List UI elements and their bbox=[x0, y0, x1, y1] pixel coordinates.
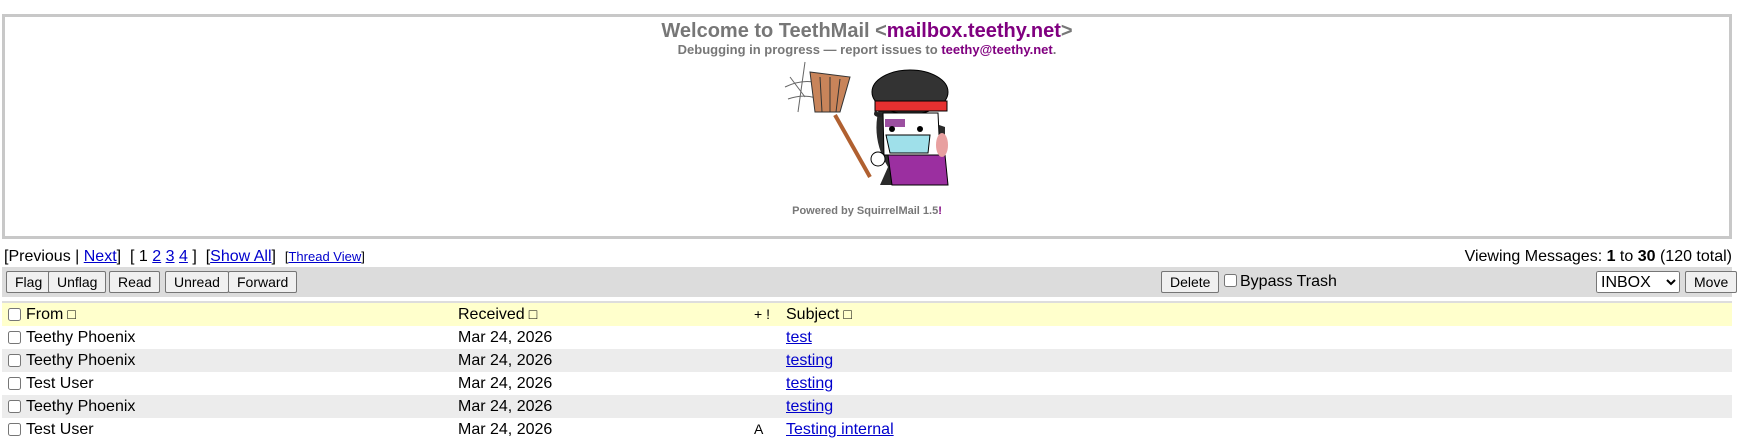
thread-view-link[interactable]: Thread View bbox=[288, 249, 361, 264]
viewing-to: to bbox=[1615, 248, 1638, 265]
column-from[interactable]: From □ bbox=[26, 303, 76, 326]
current-page: 1 bbox=[138, 248, 148, 265]
mascot-image bbox=[784, 61, 949, 186]
subtitle-prefix: Debugging in progress — report issues to bbox=[677, 42, 942, 57]
delete-button[interactable]: Delete bbox=[1161, 271, 1220, 293]
table-row[interactable]: Teethy Phoenix Mar 24, 2026 testing bbox=[2, 395, 1732, 418]
flag-button[interactable]: Flag bbox=[6, 271, 52, 293]
message-toolbar: Flag Unflag Read Unread Forward Delete B… bbox=[2, 267, 1738, 297]
table-row[interactable]: Test User Mar 24, 2026 A Testing internal bbox=[2, 418, 1732, 441]
table-header: From □ Received □ + ! Subject □ bbox=[2, 301, 1732, 326]
row-checkbox[interactable] bbox=[8, 423, 21, 436]
message-subject-link[interactable]: testing bbox=[786, 375, 833, 392]
message-received: Mar 24, 2026 bbox=[458, 329, 553, 346]
bypass-trash-label: Bypass Trash bbox=[1240, 273, 1337, 290]
column-received-label: Received bbox=[458, 306, 525, 323]
unread-button[interactable]: Unread bbox=[165, 271, 229, 293]
show-all-link[interactable]: Show All bbox=[210, 248, 271, 265]
message-flags: A bbox=[754, 421, 764, 437]
powered-suffix: ! bbox=[938, 205, 942, 217]
broom-icon bbox=[784, 61, 872, 178]
pagination: [Previous | Next] [ 1 2 3 4 ] [Show All]… bbox=[4, 248, 365, 266]
viewing-total: (120 total) bbox=[1655, 248, 1732, 265]
message-received: Mar 24, 2026 bbox=[458, 375, 553, 392]
message-from: Teethy Phoenix bbox=[26, 398, 136, 415]
title-domain: mailbox.teethy.net bbox=[886, 20, 1061, 42]
message-from: Teethy Phoenix bbox=[26, 352, 136, 369]
viewing-end: 30 bbox=[1637, 248, 1656, 265]
character-icon bbox=[870, 69, 949, 186]
read-button[interactable]: Read bbox=[109, 271, 161, 293]
table-row[interactable]: Test User Mar 24, 2026 testing bbox=[2, 372, 1732, 395]
message-list: From □ Received □ + ! Subject □ Teethy Phoe… bbox=[2, 301, 1732, 441]
message-received: Mar 24, 2026 bbox=[458, 421, 553, 438]
column-received[interactable]: Received □ bbox=[458, 303, 537, 326]
title-prefix: Welcome to TeethMail < bbox=[661, 20, 887, 42]
sort-icon[interactable]: □ bbox=[529, 306, 537, 322]
message-from: Test User bbox=[26, 421, 94, 438]
bypass-trash-option[interactable]: Bypass Trash bbox=[1224, 273, 1337, 291]
banner: Welcome to TeethMail <mailbox.teethy.net… bbox=[2, 14, 1732, 239]
page-link-4[interactable]: 4 bbox=[179, 248, 188, 265]
column-subject[interactable]: Subject □ bbox=[786, 303, 852, 326]
unflag-button[interactable]: Unflag bbox=[48, 271, 107, 293]
powered-by: Powered by SquirrelMail 1.5! bbox=[5, 205, 1729, 217]
page-link-3[interactable]: 3 bbox=[166, 248, 175, 265]
column-flags: + ! bbox=[754, 306, 770, 322]
bracket: ] bbox=[271, 248, 276, 265]
powered-prefix: Powered by SquirrelMail 1.5 bbox=[792, 205, 939, 217]
select-all-checkbox[interactable] bbox=[8, 308, 21, 321]
folder-select[interactable]: INBOX bbox=[1596, 271, 1680, 293]
title-suffix: > bbox=[1060, 20, 1073, 42]
bracket: ] bbox=[116, 248, 122, 265]
sort-icon[interactable]: □ bbox=[67, 306, 75, 322]
message-received: Mar 24, 2026 bbox=[458, 398, 553, 415]
bracket: ] bbox=[192, 248, 197, 265]
message-from: Test User bbox=[26, 375, 94, 392]
row-checkbox[interactable] bbox=[8, 331, 21, 344]
column-subject-label: Subject bbox=[786, 306, 840, 323]
message-count: Viewing Messages: 1 to 30 (120 total) bbox=[1465, 248, 1732, 266]
page-title: Welcome to TeethMail <mailbox.teethy.net… bbox=[5, 20, 1729, 43]
message-subject-link[interactable]: testing bbox=[786, 398, 833, 415]
page-link-2[interactable]: 2 bbox=[152, 248, 161, 265]
page-subtitle: Debugging in progress — report issues to… bbox=[5, 42, 1729, 57]
message-received: Mar 24, 2026 bbox=[458, 352, 553, 369]
previous-label: Previous bbox=[8, 248, 71, 265]
column-from-label: From bbox=[26, 306, 64, 323]
support-email-link[interactable]: teethy@teethy.net bbox=[941, 42, 1052, 57]
forward-button[interactable]: Forward bbox=[228, 271, 298, 293]
table-row[interactable]: Teethy Phoenix Mar 24, 2026 test bbox=[2, 326, 1732, 349]
bracket: ] bbox=[361, 249, 365, 264]
bypass-trash-checkbox[interactable] bbox=[1224, 274, 1237, 287]
row-checkbox[interactable] bbox=[8, 354, 21, 367]
row-checkbox[interactable] bbox=[8, 377, 21, 390]
subtitle-suffix: . bbox=[1052, 42, 1057, 57]
sort-icon[interactable]: □ bbox=[843, 306, 851, 322]
next-link[interactable]: Next bbox=[84, 248, 117, 265]
viewing-prefix: Viewing Messages: bbox=[1464, 248, 1607, 265]
message-from: Teethy Phoenix bbox=[26, 329, 136, 346]
separator: | bbox=[70, 248, 84, 265]
message-subject-link[interactable]: testing bbox=[786, 352, 833, 369]
bracket: [ bbox=[130, 248, 135, 265]
row-checkbox[interactable] bbox=[8, 400, 21, 413]
message-subject-link[interactable]: test bbox=[786, 329, 812, 346]
table-row[interactable]: Teethy Phoenix Mar 24, 2026 testing bbox=[2, 349, 1732, 372]
move-button[interactable]: Move bbox=[1685, 271, 1738, 293]
